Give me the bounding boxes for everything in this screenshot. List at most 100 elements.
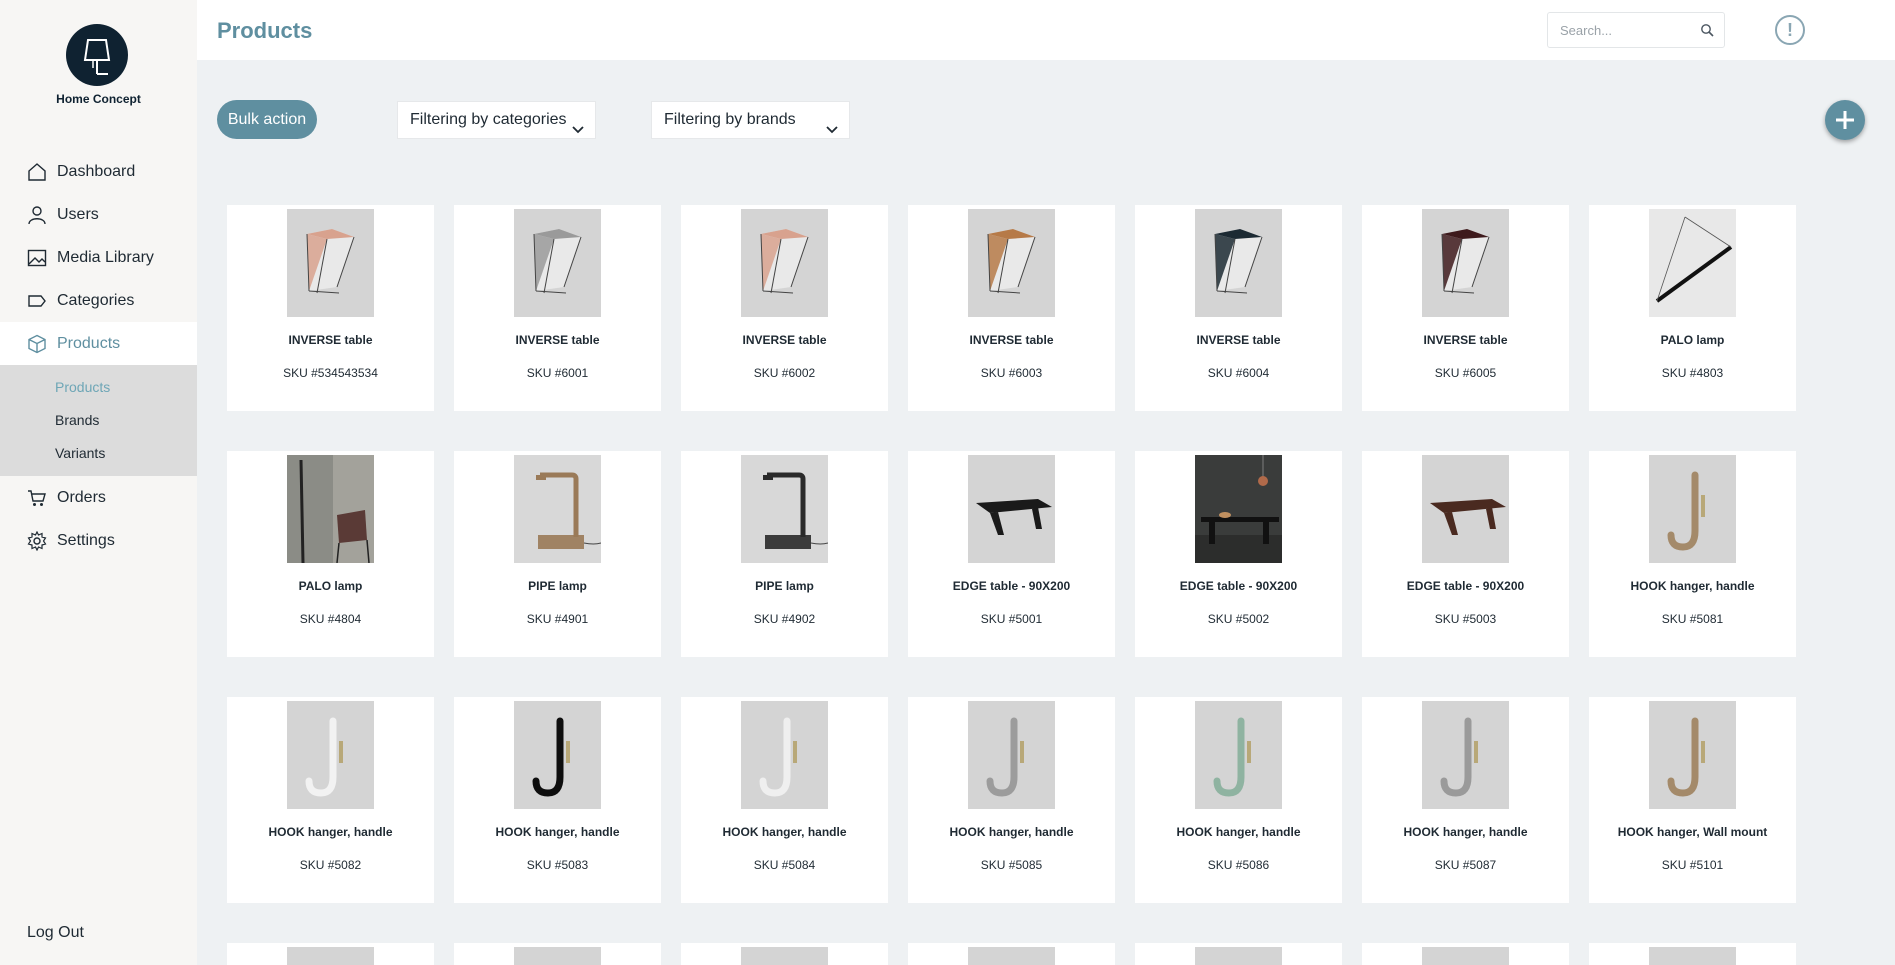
- product-name: HOOK hanger, Wall mount: [1617, 825, 1768, 839]
- product-image: [968, 701, 1055, 809]
- logout-link[interactable]: Log Out: [27, 924, 84, 942]
- bulk-action-button[interactable]: Bulk action: [217, 100, 317, 139]
- add-product-button[interactable]: [1825, 100, 1865, 140]
- top-header: Products !: [197, 0, 1895, 60]
- product-card[interactable]: INVERSE table SKU #534543534: [227, 205, 434, 411]
- product-sku: SKU #5101: [1661, 858, 1724, 872]
- product-card-partial[interactable]: [227, 943, 434, 965]
- search-input[interactable]: [1548, 13, 1688, 47]
- product-image: [1422, 209, 1509, 317]
- subnav-item-variants[interactable]: Variants: [0, 437, 197, 470]
- product-image: [1195, 701, 1282, 809]
- product-sku: SKU #5087: [1434, 858, 1497, 872]
- product-card[interactable]: HOOK hanger, handle SKU #5082: [227, 697, 434, 903]
- product-card[interactable]: INVERSE table SKU #6002: [681, 205, 888, 411]
- gear-icon: [26, 530, 48, 552]
- product-sku: SKU #534543534: [283, 366, 378, 380]
- sidebar-item-label: Media Library: [57, 248, 154, 266]
- sidebar-item-settings[interactable]: Settings: [0, 519, 197, 562]
- product-name: INVERSE table: [969, 333, 1054, 347]
- product-card-partial[interactable]: [681, 943, 888, 965]
- product-sku: SKU #4901: [526, 612, 589, 626]
- product-card[interactable]: EDGE table - 90X200 SKU #5002: [1135, 451, 1342, 657]
- filter-categories-dropdown[interactable]: Filtering by categories: [397, 101, 596, 139]
- product-name: EDGE table - 90X200: [952, 579, 1071, 593]
- product-card[interactable]: PALO lamp SKU #4804: [227, 451, 434, 657]
- product-sku: SKU #6004: [1207, 366, 1270, 380]
- product-image: [1195, 209, 1282, 317]
- image-icon: [26, 247, 48, 269]
- sidebar-item-label: Products: [57, 334, 121, 352]
- product-card[interactable]: HOOK hanger, handle SKU #5081: [1589, 451, 1796, 657]
- product-card-partial[interactable]: [454, 943, 661, 965]
- product-image: [1195, 947, 1282, 965]
- sidebar-item-orders[interactable]: Orders: [0, 476, 197, 519]
- filter-brands-dropdown[interactable]: Filtering by brands: [651, 101, 850, 139]
- product-card-partial[interactable]: [1135, 943, 1342, 965]
- product-sku: SKU #5084: [753, 858, 816, 872]
- product-card[interactable]: HOOK hanger, handle SKU #5087: [1362, 697, 1569, 903]
- product-card-partial[interactable]: [908, 943, 1115, 965]
- product-name: PALO lamp: [298, 579, 363, 593]
- product-name: HOOK hanger, handle: [268, 825, 393, 839]
- user-icon: [26, 204, 48, 226]
- product-card[interactable]: EDGE table - 90X200 SKU #5001: [908, 451, 1115, 657]
- product-name: HOOK hanger, handle: [495, 825, 620, 839]
- product-image: [741, 947, 828, 965]
- product-card[interactable]: INVERSE table SKU #6001: [454, 205, 661, 411]
- product-sku: SKU #6002: [753, 366, 816, 380]
- product-image: [1422, 455, 1509, 563]
- product-image: [741, 209, 828, 317]
- product-card-partial[interactable]: [1589, 943, 1796, 965]
- product-image: [514, 209, 601, 317]
- product-sku: SKU #4803: [1661, 366, 1724, 380]
- product-card[interactable]: HOOK hanger, handle SKU #5084: [681, 697, 888, 903]
- product-grid: INVERSE table SKU #534543534 INVERSE table…: [227, 205, 1796, 965]
- product-sku: SKU #6005: [1434, 366, 1497, 380]
- sidebar: Home Concept Dashboard Users Media Libra…: [0, 0, 197, 965]
- product-name: HOOK hanger, handle: [1630, 579, 1755, 593]
- product-image: [1649, 947, 1736, 965]
- subnav-item-products[interactable]: Products: [0, 371, 197, 404]
- sidebar-nav: Dashboard Users Media Library Categories…: [0, 150, 197, 562]
- product-sku: SKU #4804: [299, 612, 362, 626]
- sidebar-item-dashboard[interactable]: Dashboard: [0, 150, 197, 193]
- tag-icon: [26, 290, 48, 312]
- product-image: [287, 209, 374, 317]
- product-image: [741, 455, 828, 563]
- product-name: PALO lamp: [1660, 333, 1725, 347]
- filter-brands-label: Filtering by brands: [664, 111, 796, 128]
- product-card[interactable]: PALO lamp SKU #4803: [1589, 205, 1796, 411]
- subnav-item-brands[interactable]: Brands: [0, 404, 197, 437]
- product-card[interactable]: INVERSE table SKU #6005: [1362, 205, 1569, 411]
- filter-categories-label: Filtering by categories: [410, 111, 567, 128]
- product-card[interactable]: HOOK hanger, handle SKU #5083: [454, 697, 661, 903]
- search-icon[interactable]: [1700, 23, 1714, 42]
- sidebar-item-categories[interactable]: Categories: [0, 279, 197, 322]
- product-image: [1649, 455, 1736, 563]
- product-card[interactable]: INVERSE table SKU #6004: [1135, 205, 1342, 411]
- product-card-partial[interactable]: [1362, 943, 1569, 965]
- product-name: HOOK hanger, handle: [1176, 825, 1301, 839]
- product-name: INVERSE table: [1423, 333, 1508, 347]
- alert-icon[interactable]: !: [1775, 15, 1805, 45]
- product-sku: SKU #5081: [1661, 612, 1724, 626]
- logo-lamp-icon[interactable]: [66, 24, 128, 86]
- product-sku: SKU #5085: [980, 858, 1043, 872]
- product-card[interactable]: INVERSE table SKU #6003: [908, 205, 1115, 411]
- product-sku: SKU #5083: [526, 858, 589, 872]
- sidebar-item-media-library[interactable]: Media Library: [0, 236, 197, 279]
- product-image: [1649, 701, 1736, 809]
- product-card[interactable]: HOOK hanger, handle SKU #5086: [1135, 697, 1342, 903]
- product-card[interactable]: EDGE table - 90X200 SKU #5003: [1362, 451, 1569, 657]
- product-card[interactable]: HOOK hanger, Wall mount SKU #5101: [1589, 697, 1796, 903]
- product-name: INVERSE table: [288, 333, 373, 347]
- product-card[interactable]: PIPE lamp SKU #4901: [454, 451, 661, 657]
- product-image: [287, 455, 374, 563]
- sidebar-item-products[interactable]: Products: [0, 322, 197, 365]
- product-image: [514, 701, 601, 809]
- sidebar-item-label: Dashboard: [57, 162, 136, 180]
- sidebar-item-users[interactable]: Users: [0, 193, 197, 236]
- product-card[interactable]: HOOK hanger, handle SKU #5085: [908, 697, 1115, 903]
- product-card[interactable]: PIPE lamp SKU #4902: [681, 451, 888, 657]
